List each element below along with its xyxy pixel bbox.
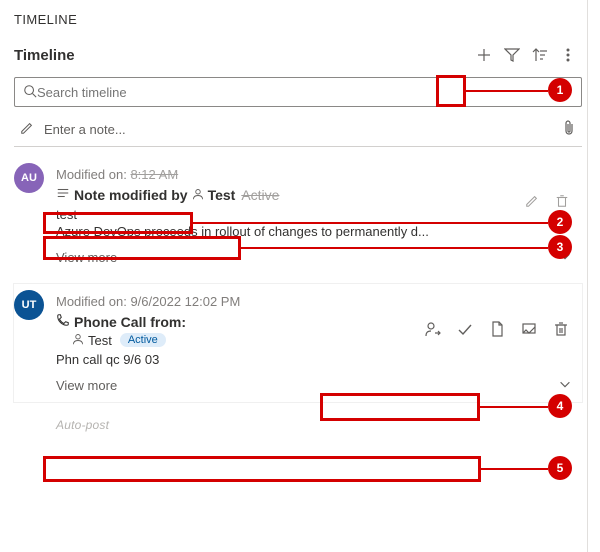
view-more-row[interactable]: View more: [56, 249, 572, 266]
callout-badge: 2: [548, 210, 572, 234]
more-icon[interactable]: [554, 41, 582, 69]
timeline-entry: AU Modified on: 8:12 AM Note modified by…: [14, 157, 582, 274]
modified-label: Modified on:: [56, 167, 127, 182]
note-placeholder: Enter a note...: [44, 122, 562, 137]
modified-time: 8:12 AM: [130, 167, 178, 182]
status-badge: Active: [241, 187, 279, 203]
entry-actions: [520, 189, 574, 213]
annotation-leader: [481, 468, 548, 470]
pencil-icon: [20, 121, 34, 138]
sort-icon[interactable]: [526, 41, 554, 69]
entry-description: Azure DevOps proceeds in rollout of chan…: [56, 224, 572, 239]
edit-icon[interactable]: [520, 189, 544, 213]
annotation-leader: [480, 406, 548, 408]
timeline-header: Timeline: [14, 41, 582, 69]
view-more-label: View more: [56, 378, 117, 393]
modified-label: Modified on:: [56, 294, 127, 309]
avatar: UT: [14, 290, 44, 320]
callout-badge: 4: [548, 394, 572, 418]
modified-line: Modified on: 8:12 AM: [56, 167, 572, 182]
callout-badge: 3: [548, 235, 572, 259]
search-icon: [23, 84, 37, 101]
annotation-leader: [241, 247, 548, 249]
section-label: TIMELINE: [14, 12, 582, 27]
annotation-leader: [466, 90, 548, 92]
modified-time: 9/6/2022 12:02 PM: [130, 294, 240, 309]
annotation-leader: [193, 222, 548, 224]
search-box[interactable]: [14, 77, 582, 107]
timeline-title: Timeline: [14, 47, 470, 64]
note-row[interactable]: Enter a note...: [14, 113, 582, 147]
note-icon: [56, 186, 70, 203]
view-more-label: View more: [56, 250, 117, 265]
person-icon: [192, 187, 204, 203]
add-icon[interactable]: [470, 41, 498, 69]
filter-icon[interactable]: [498, 41, 526, 69]
document-icon[interactable]: [484, 316, 510, 342]
modified-line: Modified on: 9/6/2022 12:02 PM: [56, 294, 572, 309]
entry-title: Note modified by: [74, 187, 188, 203]
entry-body: test: [56, 207, 572, 222]
callout-badge: 5: [548, 456, 572, 480]
queue-icon[interactable]: [516, 316, 542, 342]
avatar: AU: [14, 163, 44, 193]
callout-badge: 1: [548, 78, 572, 102]
search-input[interactable]: [37, 85, 573, 100]
chevron-down-icon: [558, 377, 572, 394]
person-name: Test: [208, 187, 236, 203]
autopost-label: Auto-post: [56, 418, 582, 432]
entry-actions: [420, 316, 574, 342]
person-name: Test: [88, 333, 112, 348]
entry-title: Phone Call from:: [74, 314, 186, 330]
entry-body: Phn call qc 9/6 03: [56, 352, 572, 367]
person-icon: [72, 332, 84, 348]
view-more-row[interactable]: View more: [56, 377, 572, 394]
delete-icon[interactable]: [548, 316, 574, 342]
timeline-entry: UT Modified on: 9/6/2022 12:02 PM Phone …: [14, 284, 582, 402]
annotation-box: [43, 456, 481, 482]
status-badge: Active: [120, 333, 166, 347]
check-icon[interactable]: [452, 316, 478, 342]
phone-icon: [56, 313, 70, 330]
attachment-icon[interactable]: [562, 120, 576, 139]
assign-icon[interactable]: [420, 316, 446, 342]
